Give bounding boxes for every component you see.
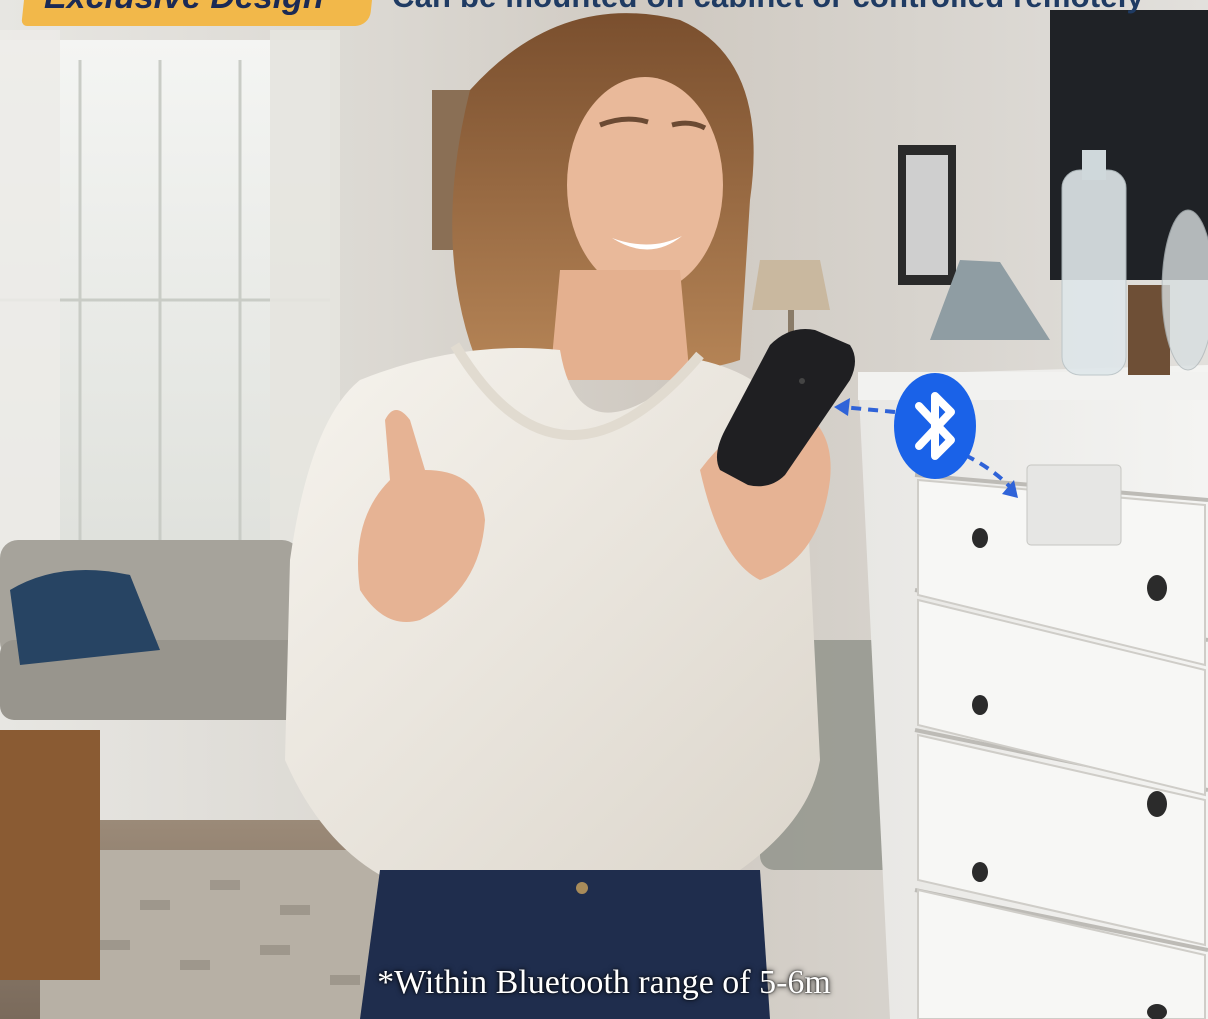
face [567, 77, 723, 293]
range-caption: *Within Bluetooth range of 5-6m [377, 964, 831, 1001]
cabinet-lock-device [1026, 464, 1122, 546]
top-banner: Exclusive Design Can be mounted on cabin… [0, 0, 1208, 30]
living-room-background [0, 10, 1208, 1019]
glass-bottle [1061, 169, 1127, 376]
banner-tag-text: Exclusive Design [44, 0, 324, 17]
neck [550, 270, 690, 380]
side-table [0, 730, 100, 980]
banner-caption: Can be mounted on cabinet or controlled … [392, 0, 1144, 15]
lamp [752, 260, 830, 310]
product-photo-scene: Exclusive Design Can be mounted on cabin… [0, 0, 1208, 1019]
bluetooth-icon [894, 373, 976, 479]
